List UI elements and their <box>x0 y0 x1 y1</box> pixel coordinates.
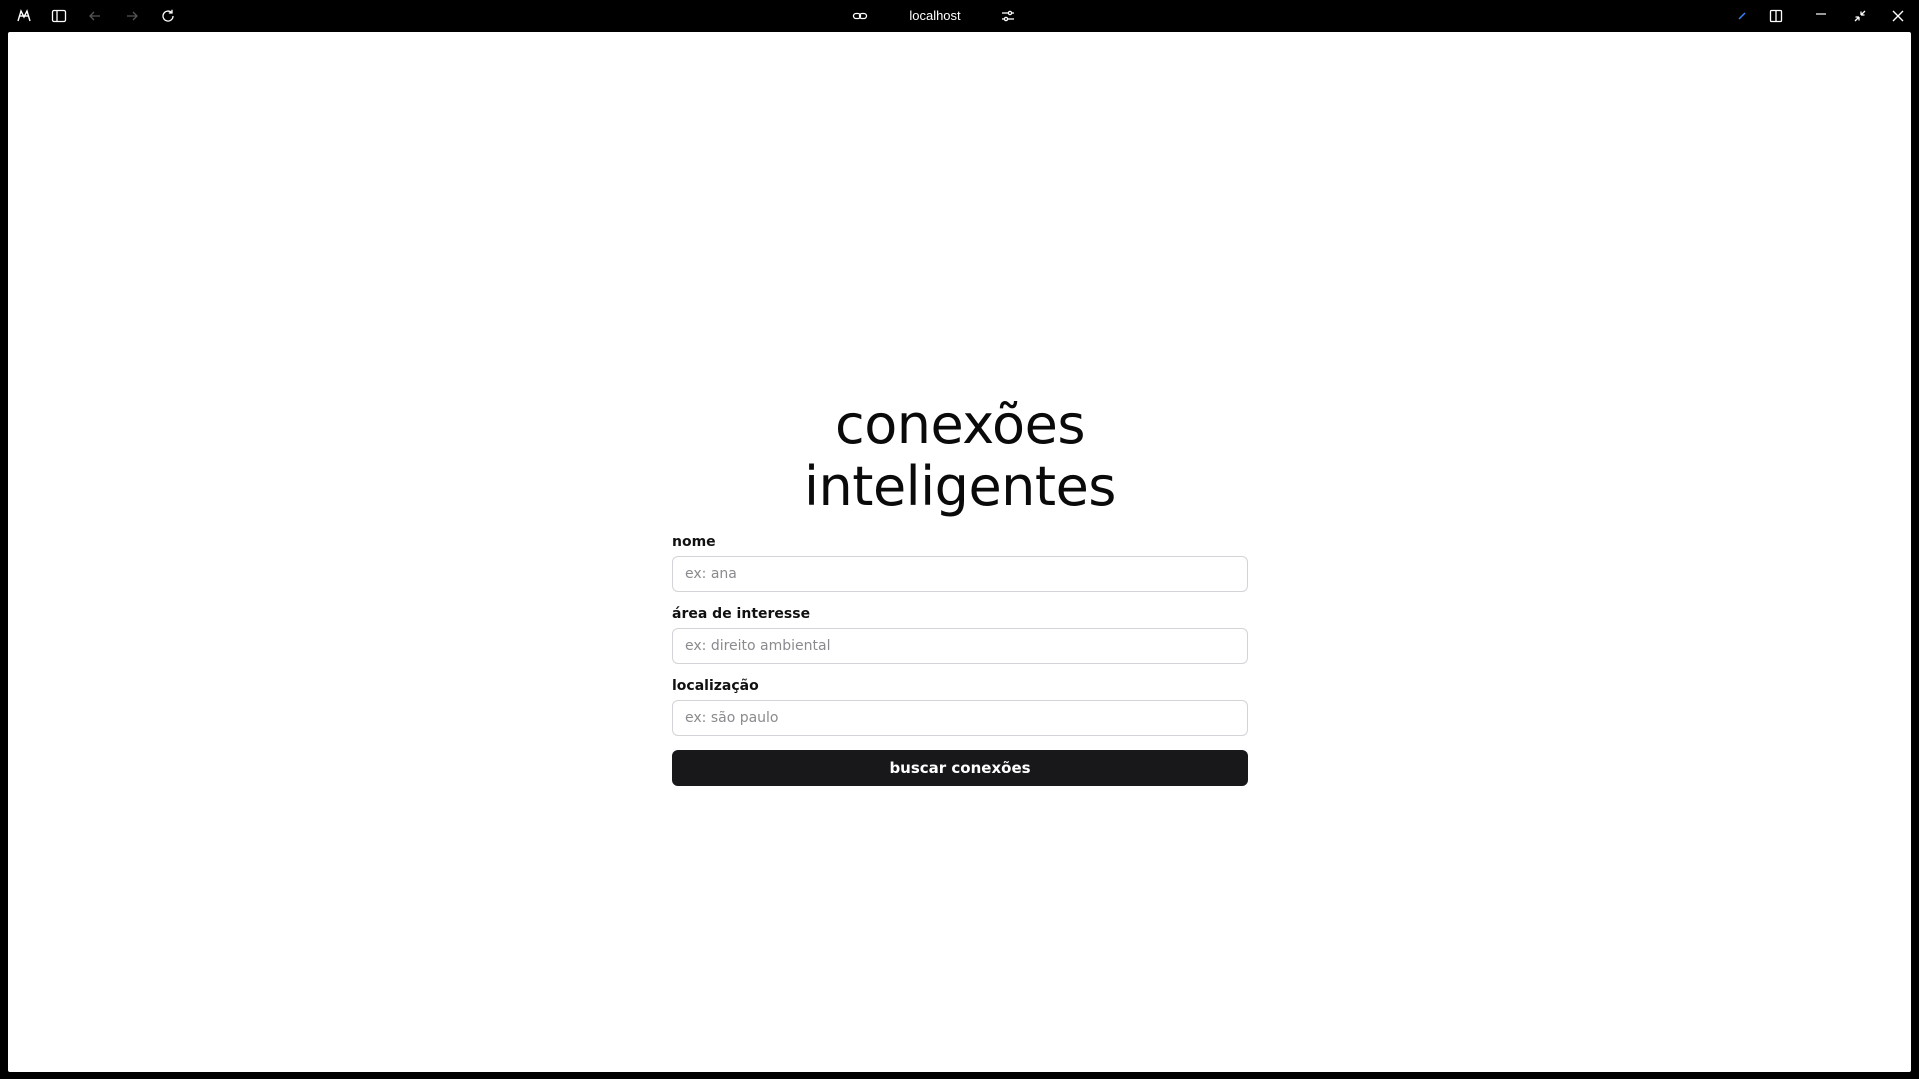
close-icon[interactable] <box>1888 6 1908 26</box>
restore-icon[interactable] <box>1850 6 1870 26</box>
location-input[interactable] <box>672 700 1248 736</box>
arrow-left-icon[interactable] <box>85 6 105 26</box>
interest-area-input[interactable] <box>672 628 1248 664</box>
address-bar-url[interactable]: localhost <box>890 8 980 23</box>
name-label: nome <box>672 534 716 550</box>
arrow-right-icon[interactable] <box>122 6 142 26</box>
loading-indicator-icon <box>1732 6 1752 26</box>
interest-area-label: área de interesse <box>672 606 811 622</box>
minimize-icon[interactable] <box>1811 6 1831 26</box>
brand-logo-icon[interactable] <box>14 6 34 26</box>
search-form: conexões inteligentes nome área de inter… <box>672 394 1248 786</box>
reload-icon[interactable] <box>158 6 178 26</box>
location-label: localização <box>672 678 759 694</box>
page-title: conexões inteligentes <box>804 393 1116 518</box>
sliders-icon[interactable] <box>998 6 1018 26</box>
browser-titlebar: localhost <box>0 0 1919 32</box>
name-input[interactable] <box>672 556 1248 592</box>
page-viewport: conexões inteligentes nome área de inter… <box>8 32 1911 1072</box>
sidebar-toggle-icon[interactable] <box>49 6 69 26</box>
search-connections-button[interactable]: buscar conexões <box>672 750 1248 786</box>
link-icon[interactable] <box>850 6 870 26</box>
split-view-icon[interactable] <box>1766 6 1786 26</box>
